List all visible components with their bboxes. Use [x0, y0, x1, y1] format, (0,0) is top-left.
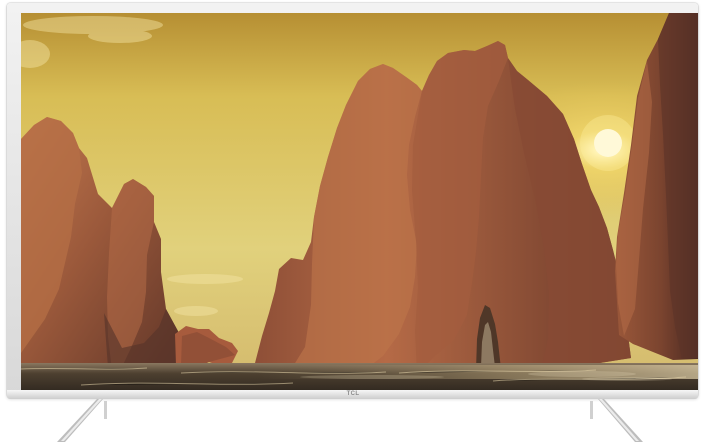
left-stand-leg — [52, 399, 110, 445]
product-photo: TCL — [0, 0, 706, 448]
brand-logo: TCL — [346, 391, 360, 397]
landscape-image — [21, 13, 698, 393]
right-stand-leg — [586, 399, 644, 445]
tv-frame — [7, 3, 698, 398]
tv-screen — [21, 13, 698, 393]
